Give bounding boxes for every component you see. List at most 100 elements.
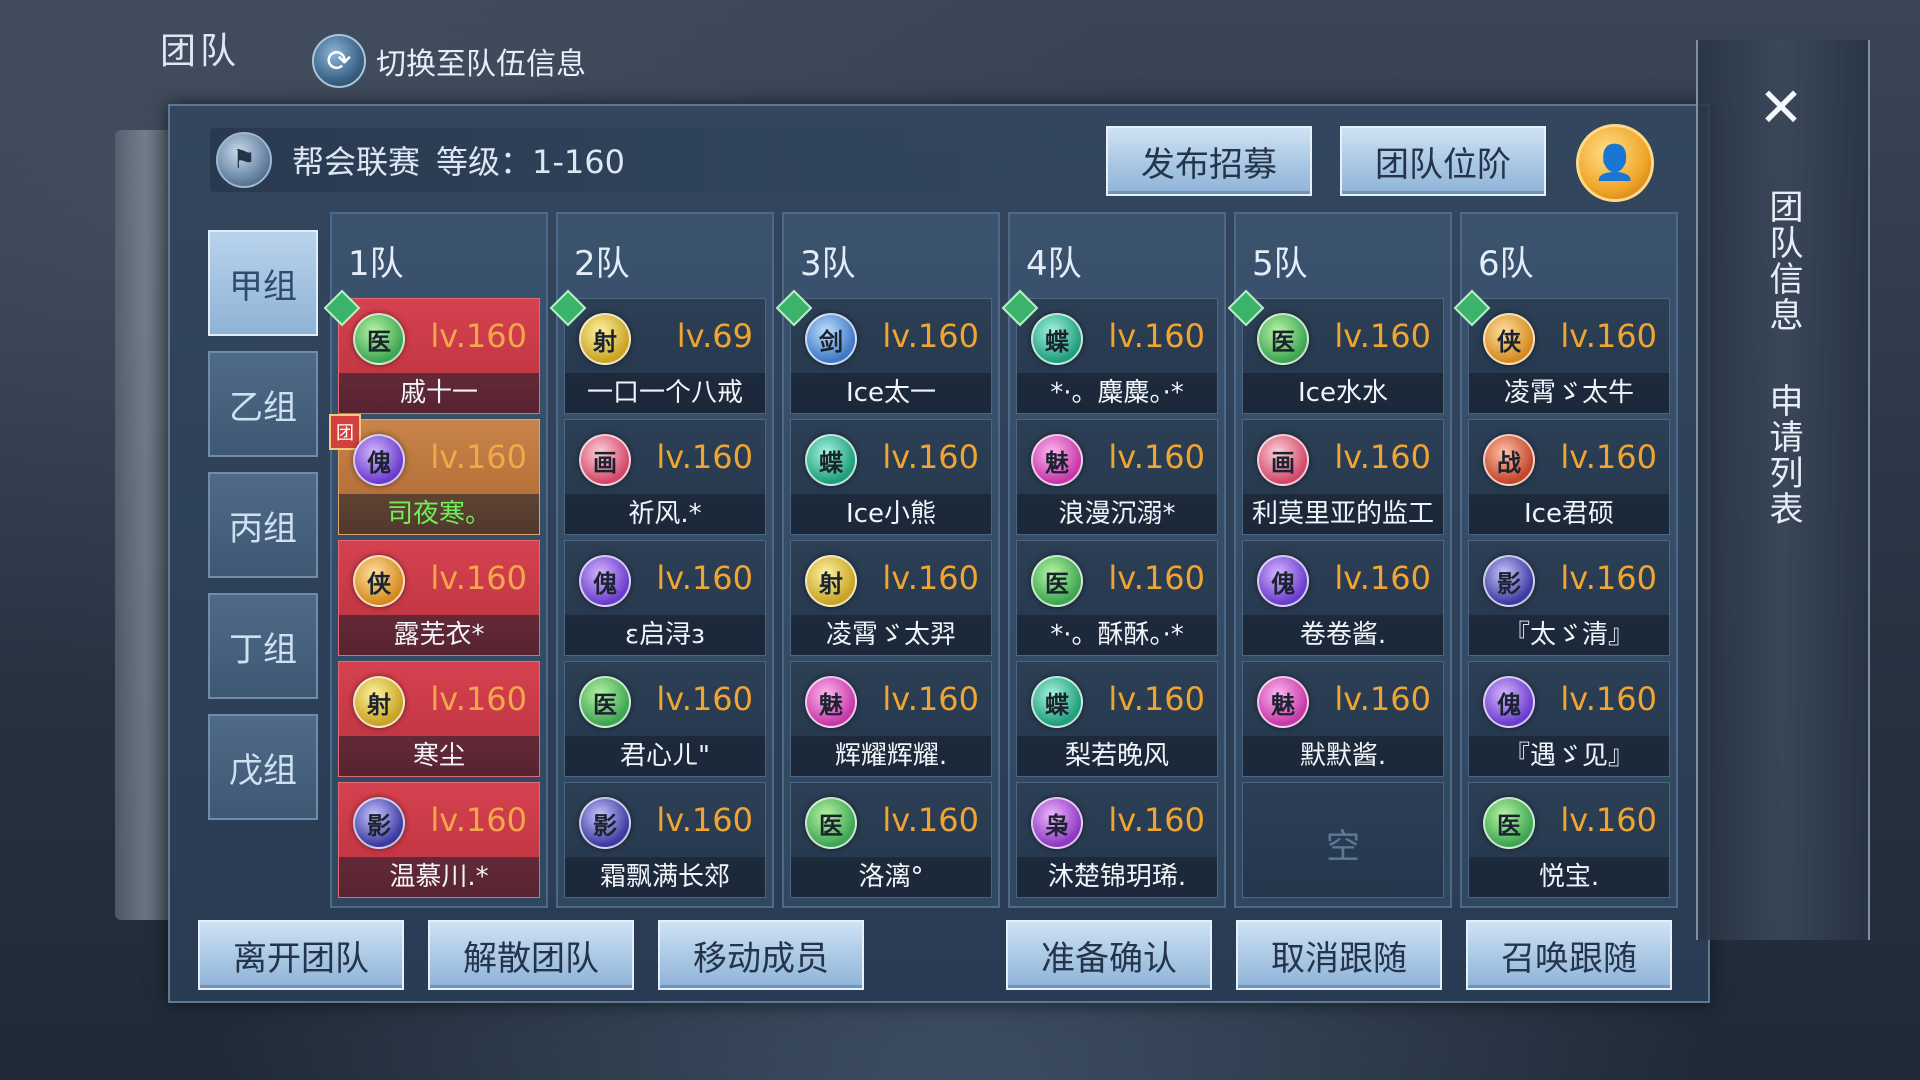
group-tab-yi[interactable]: 乙组 bbox=[208, 351, 318, 457]
member-level: lv.160 bbox=[656, 438, 753, 476]
group-tab-jia[interactable]: 甲组 bbox=[208, 230, 318, 336]
move-member-button[interactable]: 移动成员 bbox=[658, 920, 864, 990]
member-slot[interactable]: 医 lv.160 悦宝. bbox=[1468, 782, 1670, 898]
close-icon[interactable]: ✕ bbox=[1752, 76, 1810, 139]
event-icon: ⚑ bbox=[216, 132, 272, 188]
member-slot[interactable]: 医 lv.160 *·。酥酥。·* bbox=[1016, 540, 1218, 656]
leader-diamond-icon bbox=[1453, 289, 1491, 327]
member-name: 梨若晚风 bbox=[1017, 736, 1217, 776]
butterfly-class-icon: 蝶 bbox=[805, 434, 857, 486]
member-name: *·。麋麋。·* bbox=[1017, 373, 1217, 413]
member-level: lv.160 bbox=[882, 801, 979, 839]
member-level: lv.160 bbox=[1108, 438, 1205, 476]
leave-team-button[interactable]: 离开团队 bbox=[198, 920, 404, 990]
member-slot[interactable]: 剑 lv.160 Ice太一 bbox=[775, 289, 992, 414]
member-slot[interactable]: 战 lv.160 Ice君硕 bbox=[1468, 419, 1670, 535]
member-name: 卷卷酱. bbox=[1243, 615, 1443, 655]
member-name: 默默酱. bbox=[1243, 736, 1443, 776]
member-name: Ice小熊 bbox=[791, 494, 991, 534]
tab-application-list[interactable]: 申请列表 bbox=[1758, 370, 1804, 540]
member-slot[interactable]: 傀 lv.160 『遇ゞ见』 bbox=[1468, 661, 1670, 777]
archer-class-icon: 射 bbox=[353, 676, 405, 728]
member-level: lv.160 bbox=[882, 438, 979, 476]
member-slot[interactable]: 影 lv.160 霜飘满长郊 bbox=[564, 782, 766, 898]
leader-diamond-icon bbox=[775, 289, 813, 327]
member-name: 温慕川.* bbox=[339, 857, 539, 897]
member-slot[interactable]: 医 lv.160 君心ㄦ" bbox=[564, 661, 766, 777]
member-slot[interactable]: 蝶 lv.160 *·。麋麋。·* bbox=[1001, 289, 1218, 414]
event-name: 帮会联赛 bbox=[292, 143, 421, 181]
leader-diamond-icon bbox=[1227, 289, 1265, 327]
member-name: Ice君硕 bbox=[1469, 494, 1669, 534]
member-name: 戚十一 bbox=[339, 373, 539, 413]
post-recruit-button[interactable]: 发布招募 bbox=[1106, 126, 1312, 196]
member-name: 『太ゞ清』 bbox=[1469, 615, 1669, 655]
team-title: 6队 bbox=[1478, 244, 1534, 284]
member-slot[interactable]: 魅 lv.160 辉耀辉耀. bbox=[790, 661, 992, 777]
healer-class-icon: 医 bbox=[353, 313, 405, 365]
summon-follow-button[interactable]: 召唤跟随 bbox=[1466, 920, 1672, 990]
member-slot[interactable]: 魅 lv.160 默默酱. bbox=[1242, 661, 1444, 777]
shadow-class-icon: 影 bbox=[1483, 555, 1535, 607]
member-level: lv.160 bbox=[1560, 559, 1657, 597]
painter-class-icon: 画 bbox=[579, 434, 631, 486]
member-level: lv.160 bbox=[1334, 559, 1431, 597]
member-level: lv.160 bbox=[1334, 438, 1431, 476]
member-level: lv.160 bbox=[430, 801, 527, 839]
group-tab-wu[interactable]: 戊组 bbox=[208, 714, 318, 820]
member-slot[interactable]: 影 lv.160 『太ゞ清』 bbox=[1468, 540, 1670, 656]
member-level: lv.160 bbox=[1560, 317, 1657, 355]
disband-team-button[interactable]: 解散团队 bbox=[428, 920, 634, 990]
butterfly-class-icon: 蝶 bbox=[1031, 676, 1083, 728]
shadow-class-icon: 影 bbox=[353, 797, 405, 849]
member-slot[interactable]: 侠 lv.160 凌霄ゞ太牛 bbox=[1453, 289, 1670, 414]
team-rank-button[interactable]: 团队位阶 bbox=[1340, 126, 1546, 196]
member-name: 辉耀辉耀. bbox=[791, 736, 991, 776]
member-slot[interactable]: 蝶 lv.160 Ice小熊 bbox=[790, 419, 992, 535]
member-name: 『遇ゞ见』 bbox=[1469, 736, 1669, 776]
member-slot[interactable]: 团傀 lv.160 司夜寒。 bbox=[329, 414, 540, 535]
member-slot[interactable]: 画 lv.160 祈风.* bbox=[564, 419, 766, 535]
team-column-1: 1队医 lv.160 戚十一团傀 lv.160 司夜寒。侠 lv.160 露芜衣* 射 lv.1… bbox=[323, 212, 548, 908]
member-name: 悦宝. bbox=[1469, 857, 1669, 897]
member-level: lv.160 bbox=[882, 680, 979, 718]
ready-check-button[interactable]: 准备确认 bbox=[1006, 920, 1212, 990]
member-slot[interactable]: 蝶 lv.160 梨若晚风 bbox=[1016, 661, 1218, 777]
member-level: lv.160 bbox=[656, 559, 753, 597]
cancel-follow-button[interactable]: 取消跟随 bbox=[1236, 920, 1442, 990]
switch-to-party-button[interactable]: ⟳ 切换至队伍信息 bbox=[312, 34, 586, 88]
tab-team-info[interactable]: 团队信息 bbox=[1758, 176, 1804, 346]
member-slot[interactable]: 傀 lv.160 ε启浔з bbox=[564, 540, 766, 656]
healer-class-icon: 医 bbox=[1031, 555, 1083, 607]
member-slot[interactable]: 枭 lv.160 沐楚锦玥琋. bbox=[1016, 782, 1218, 898]
healer-class-icon: 医 bbox=[805, 797, 857, 849]
member-level: lv.160 bbox=[1108, 559, 1205, 597]
member-slot[interactable]: 医 lv.160 戚十一 bbox=[323, 289, 540, 414]
knight-class-icon: 侠 bbox=[1483, 313, 1535, 365]
member-slot[interactable]: 魅 lv.160 浪漫沉溺* bbox=[1016, 419, 1218, 535]
member-slot[interactable]: 医 lv.160 洛漓° bbox=[790, 782, 992, 898]
member-level: lv.160 bbox=[1560, 680, 1657, 718]
member-slot[interactable]: 侠 lv.160 露芜衣* bbox=[338, 540, 540, 656]
member-name: ε启浔з bbox=[565, 615, 765, 655]
add-member-button[interactable]: 👤 bbox=[1576, 124, 1654, 202]
scroll-decoration bbox=[115, 130, 175, 920]
group-tab-ding[interactable]: 丁组 bbox=[208, 593, 318, 699]
member-slot[interactable]: 射 lv.160 凌霄ゞ太羿 bbox=[790, 540, 992, 656]
member-name: *·。酥酥。·* bbox=[1017, 615, 1217, 655]
member-name: 露芜衣* bbox=[339, 615, 539, 655]
member-slot[interactable]: 射 lv.69 一口一个八戒 bbox=[549, 289, 766, 414]
group-tab-bing[interactable]: 丙组 bbox=[208, 472, 318, 578]
switch-label: 切换至队伍信息 bbox=[376, 47, 586, 82]
member-level: lv.160 bbox=[1560, 801, 1657, 839]
leader-diamond-icon bbox=[323, 289, 361, 327]
member-slot[interactable]: 傀 lv.160 卷卷酱. bbox=[1242, 540, 1444, 656]
member-name: 沐楚锦玥琋. bbox=[1017, 857, 1217, 897]
painter-class-icon: 画 bbox=[1257, 434, 1309, 486]
member-slot[interactable]: 医 lv.160 Ice水水 bbox=[1227, 289, 1444, 414]
member-slot[interactable]: 射 lv.160 寒尘 bbox=[338, 661, 540, 777]
member-slot[interactable]: 影 lv.160 温慕川.* bbox=[338, 782, 540, 898]
member-slot[interactable]: 画 lv.160 利莫里亚的监工 bbox=[1242, 419, 1444, 535]
empty-member-slot[interactable]: 空 bbox=[1242, 782, 1444, 898]
member-name: 君心ㄦ" bbox=[565, 736, 765, 776]
